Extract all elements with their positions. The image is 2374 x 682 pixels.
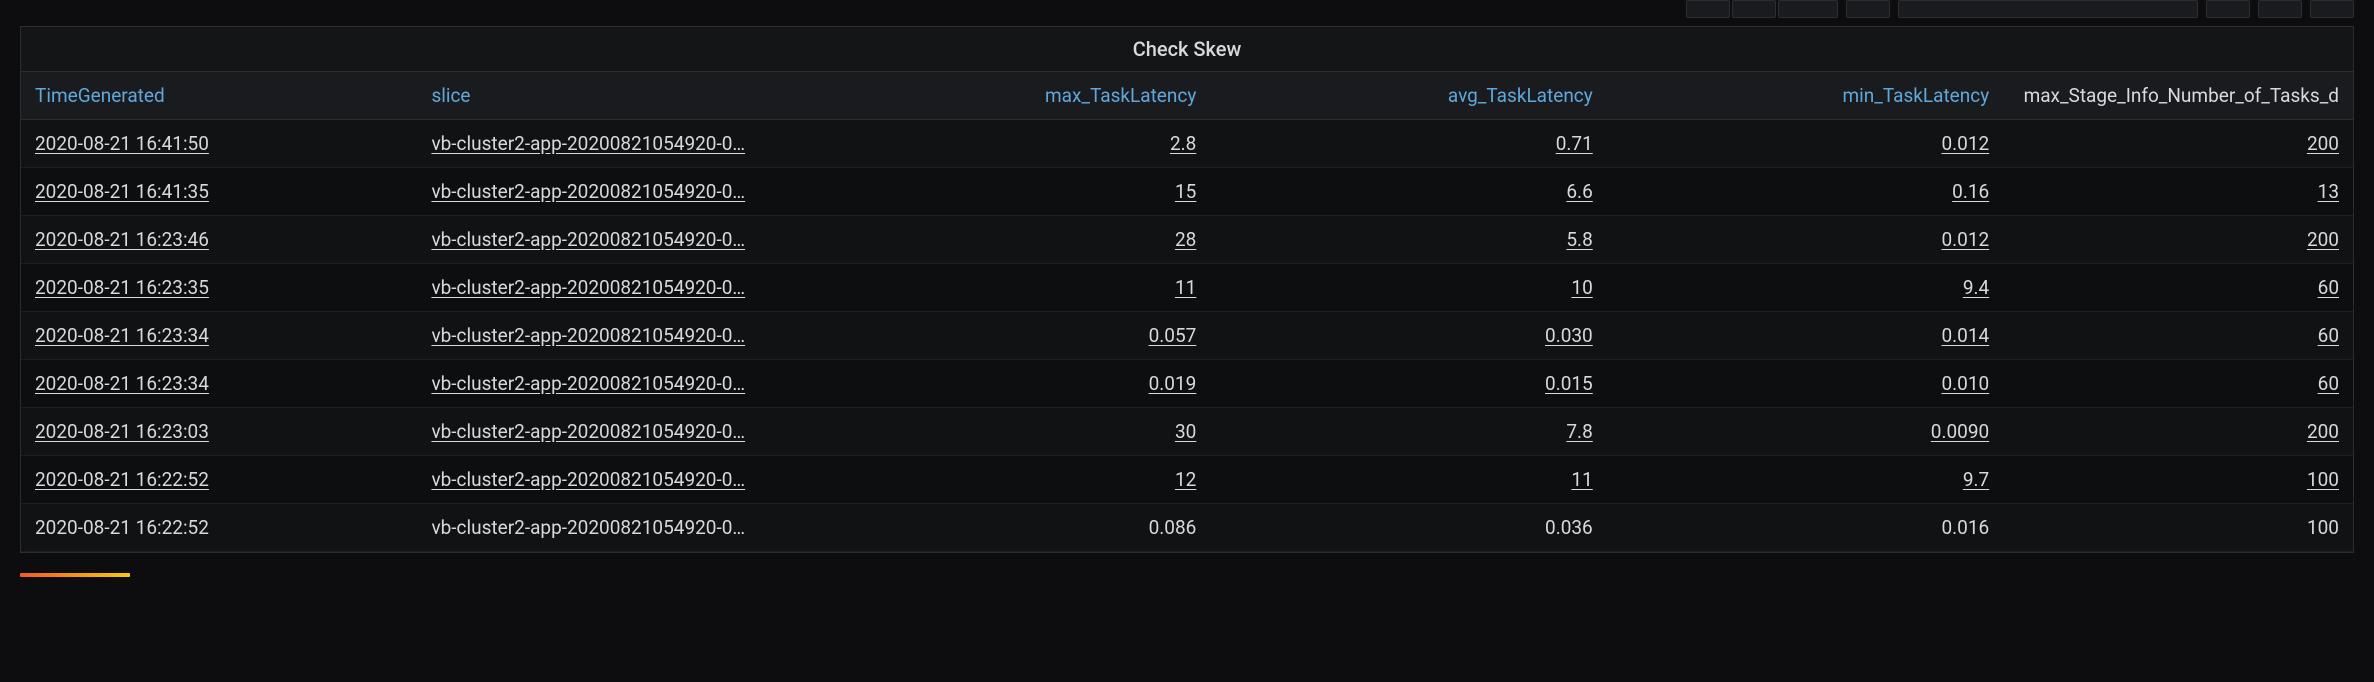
cell-stage[interactable]: 200 <box>2003 408 2353 456</box>
cell-slice[interactable]: vb-cluster2-app-20200821054920-0… <box>417 408 813 456</box>
toolbar-button[interactable] <box>2258 0 2302 18</box>
cell-stage[interactable]: 60 <box>2003 312 2353 360</box>
cell-slice[interactable]: vb-cluster2-app-20200821054920-0… <box>417 120 813 168</box>
toolbar-button[interactable] <box>2310 0 2354 18</box>
cell-time[interactable]: 2020-08-21 16:23:34 <box>21 360 417 408</box>
tab-indicator[interactable] <box>20 573 130 577</box>
toolbar-search[interactable] <box>1898 0 2198 18</box>
cell-slice[interactable]: vb-cluster2-app-20200821054920-0… <box>417 264 813 312</box>
cell-min[interactable]: 0.010 <box>1607 360 2003 408</box>
cell-min[interactable]: 9.4 <box>1607 264 2003 312</box>
cell-avg[interactable]: 11 <box>1210 456 1606 504</box>
cell-time[interactable]: 2020-08-21 16:23:46 <box>21 216 417 264</box>
column-header-min[interactable]: min_TaskLatency <box>1607 72 2003 120</box>
cell-avg[interactable]: 7.8 <box>1210 408 1606 456</box>
cell-time[interactable]: 2020-08-21 16:22:52 <box>21 456 417 504</box>
cell-avg[interactable]: 0.015 <box>1210 360 1606 408</box>
cell-time[interactable]: 2020-08-21 16:23:03 <box>21 408 417 456</box>
cell-max[interactable]: 0.057 <box>814 312 1210 360</box>
cell-stage[interactable]: 100 <box>2003 456 2353 504</box>
cell-avg[interactable]: 0.71 <box>1210 120 1606 168</box>
cell-avg[interactable]: 10 <box>1210 264 1606 312</box>
panel: Check Skew TimeGenerated slice max_TaskL… <box>20 26 2354 553</box>
cell-avg: 0.036 <box>1210 504 1606 552</box>
cell-stage: 100 <box>2003 504 2353 552</box>
cell-avg[interactable]: 5.8 <box>1210 216 1606 264</box>
toolbar-group-1 <box>1686 0 1838 18</box>
panel-title: Check Skew <box>21 27 2353 72</box>
cell-stage[interactable]: 200 <box>2003 216 2353 264</box>
cell-max[interactable]: 30 <box>814 408 1210 456</box>
cell-avg[interactable]: 6.6 <box>1210 168 1606 216</box>
cell-slice[interactable]: vb-cluster2-app-20200821054920-0… <box>417 312 813 360</box>
cell-time[interactable]: 2020-08-21 16:23:34 <box>21 312 417 360</box>
table-row: 2020-08-21 16:22:52vb-cluster2-app-20200… <box>21 456 2353 504</box>
cell-stage[interactable]: 60 <box>2003 360 2353 408</box>
cell-max[interactable]: 11 <box>814 264 1210 312</box>
toolbar-button[interactable] <box>2206 0 2250 18</box>
cell-min: 0.016 <box>1607 504 2003 552</box>
cell-stage[interactable]: 60 <box>2003 264 2353 312</box>
column-header-max[interactable]: max_TaskLatency <box>814 72 1210 120</box>
cell-max[interactable]: 2.8 <box>814 120 1210 168</box>
cell-min[interactable]: 0.012 <box>1607 120 2003 168</box>
cell-stage[interactable]: 13 <box>2003 168 2353 216</box>
table-row: 2020-08-21 16:41:35vb-cluster2-app-20200… <box>21 168 2353 216</box>
table-row: 2020-08-21 16:41:50vb-cluster2-app-20200… <box>21 120 2353 168</box>
cell-avg[interactable]: 0.030 <box>1210 312 1606 360</box>
cell-time: 2020-08-21 16:22:52 <box>21 504 417 552</box>
column-header-avg[interactable]: avg_TaskLatency <box>1210 72 1606 120</box>
table-row: 2020-08-21 16:23:03vb-cluster2-app-20200… <box>21 408 2353 456</box>
data-table: TimeGenerated slice max_TaskLatency avg_… <box>21 72 2353 552</box>
table-row: 2020-08-21 16:23:35vb-cluster2-app-20200… <box>21 264 2353 312</box>
table-row: 2020-08-21 16:22:52vb-cluster2-app-20200… <box>21 504 2353 552</box>
cell-slice[interactable]: vb-cluster2-app-20200821054920-0… <box>417 360 813 408</box>
cell-max[interactable]: 28 <box>814 216 1210 264</box>
cell-slice: vb-cluster2-app-20200821054920-0… <box>417 504 813 552</box>
toolbar-button[interactable] <box>1732 0 1776 18</box>
cell-slice[interactable]: vb-cluster2-app-20200821054920-0… <box>417 216 813 264</box>
cell-max[interactable]: 12 <box>814 456 1210 504</box>
cell-slice[interactable]: vb-cluster2-app-20200821054920-0… <box>417 168 813 216</box>
table-header-row: TimeGenerated slice max_TaskLatency avg_… <box>21 72 2353 120</box>
toolbar-button[interactable] <box>1778 0 1838 18</box>
cell-slice[interactable]: vb-cluster2-app-20200821054920-0… <box>417 456 813 504</box>
table-row: 2020-08-21 16:23:34vb-cluster2-app-20200… <box>21 360 2353 408</box>
column-header-slice[interactable]: slice <box>417 72 813 120</box>
cell-time[interactable]: 2020-08-21 16:41:35 <box>21 168 417 216</box>
cell-max: 0.086 <box>814 504 1210 552</box>
cell-time[interactable]: 2020-08-21 16:23:35 <box>21 264 417 312</box>
table-row: 2020-08-21 16:23:46vb-cluster2-app-20200… <box>21 216 2353 264</box>
toolbar-button[interactable] <box>1686 0 1730 18</box>
toolbar-button[interactable] <box>1846 0 1890 18</box>
toolbar <box>0 0 2374 26</box>
cell-min[interactable]: 0.012 <box>1607 216 2003 264</box>
column-header-stage[interactable]: max_Stage_Info_Number_of_Tasks_d <box>2003 72 2353 120</box>
cell-min[interactable]: 0.0090 <box>1607 408 2003 456</box>
cell-min[interactable]: 0.014 <box>1607 312 2003 360</box>
cell-stage[interactable]: 200 <box>2003 120 2353 168</box>
cell-time[interactable]: 2020-08-21 16:41:50 <box>21 120 417 168</box>
column-header-time[interactable]: TimeGenerated <box>21 72 417 120</box>
cell-min[interactable]: 9.7 <box>1607 456 2003 504</box>
table-row: 2020-08-21 16:23:34vb-cluster2-app-20200… <box>21 312 2353 360</box>
cell-max[interactable]: 15 <box>814 168 1210 216</box>
cell-max[interactable]: 0.019 <box>814 360 1210 408</box>
cell-min[interactable]: 0.16 <box>1607 168 2003 216</box>
